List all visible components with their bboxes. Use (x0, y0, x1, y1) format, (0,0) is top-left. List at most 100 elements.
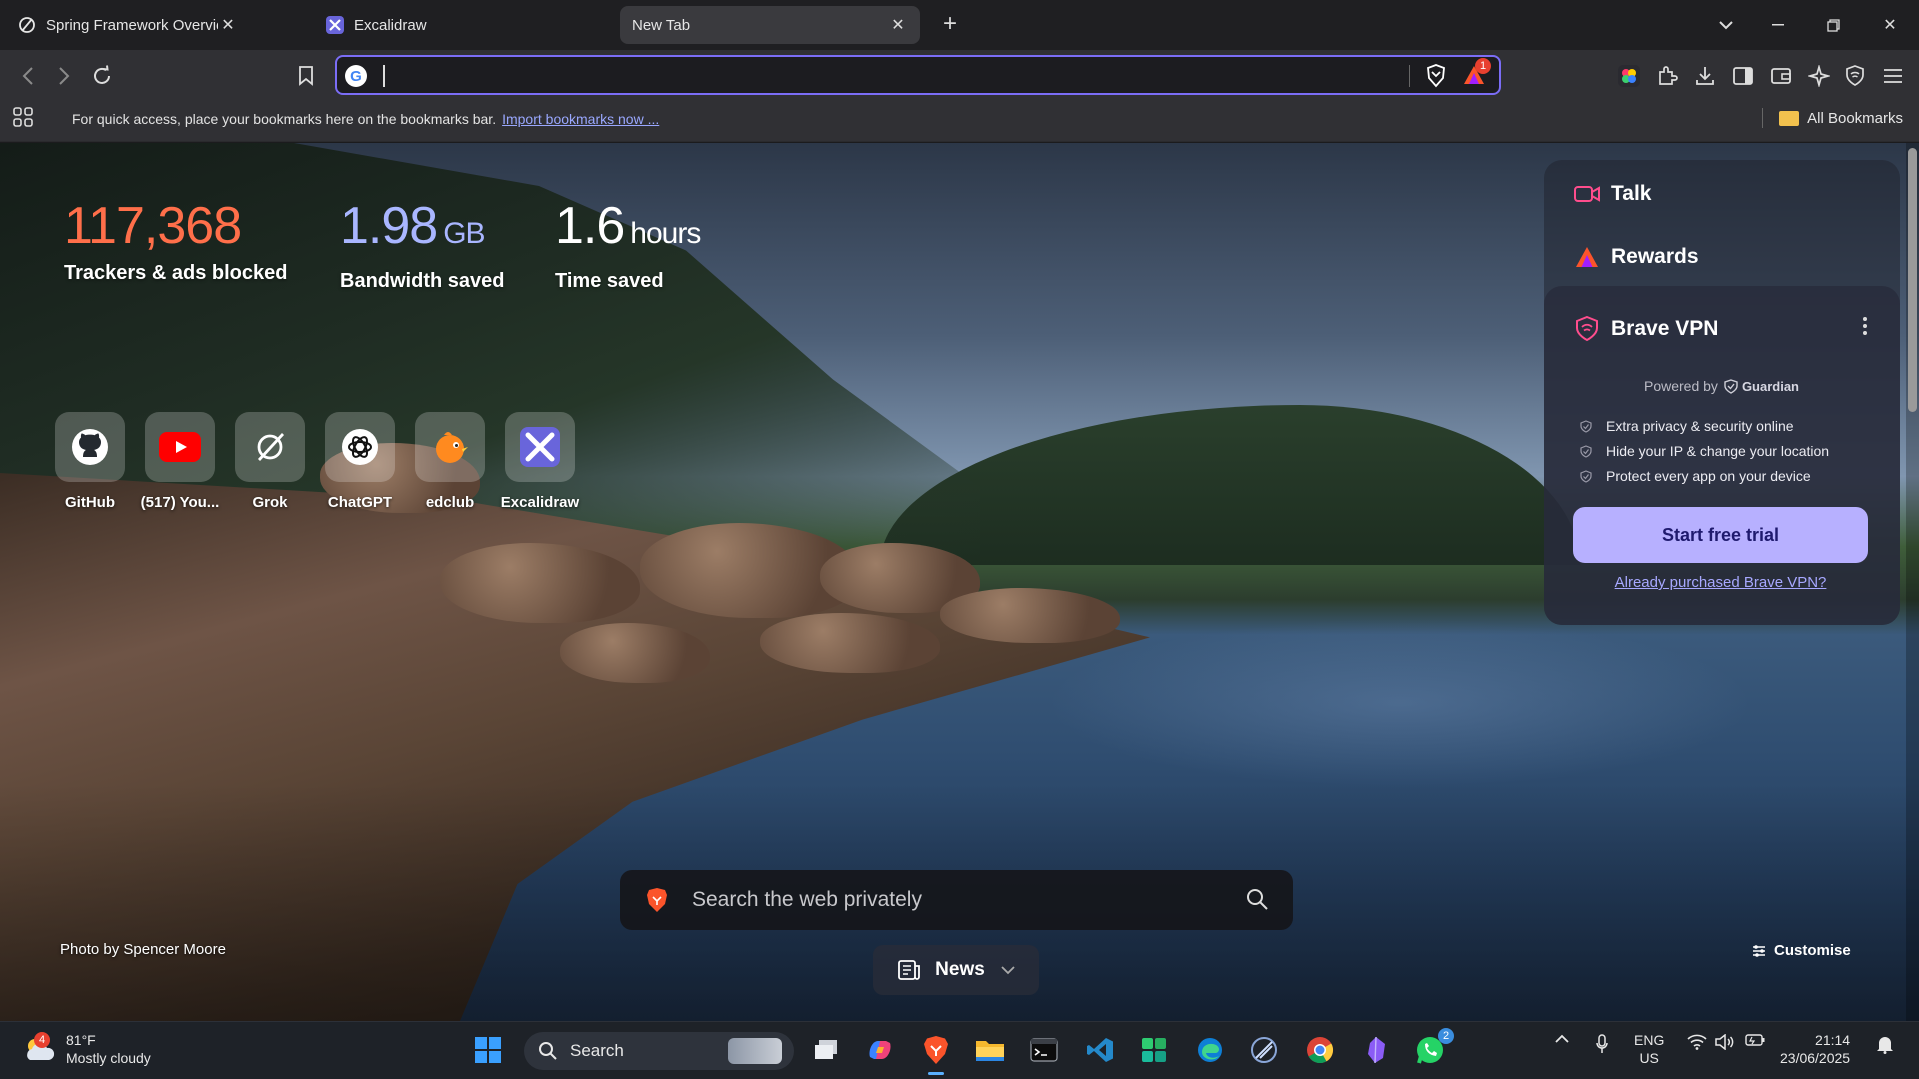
tab-new-tab[interactable]: New Tab ✕ (620, 6, 920, 44)
leo-ai-icon[interactable] (1806, 63, 1832, 89)
minimize-button[interactable] (1760, 10, 1796, 40)
file-explorer-icon[interactable] (972, 1032, 1008, 1068)
tab-spring-framework[interactable]: Spring Framework Overview in Spring ✕ (6, 6, 250, 44)
tab-title: Excalidraw (354, 16, 427, 34)
already-purchased-link[interactable]: Already purchased Brave VPN? (1573, 574, 1868, 591)
brave-rewards-icon[interactable]: 1 (1463, 58, 1491, 88)
all-bookmarks-button[interactable]: All Bookmarks (1762, 108, 1903, 128)
import-bookmarks-link[interactable]: Import bookmarks now ... (502, 111, 659, 127)
tab-title: Spring Framework Overview in Spring (46, 16, 218, 34)
close-tab-icon[interactable]: ✕ (888, 15, 908, 35)
close-tab-icon[interactable]: ✕ (218, 15, 238, 35)
apps-grid-icon[interactable] (12, 106, 36, 130)
address-bar[interactable]: G 1 (335, 55, 1501, 95)
search-icon[interactable] (1245, 887, 1271, 913)
talk-widget[interactable]: Talk (1573, 180, 1651, 208)
vscode-icon[interactable] (1082, 1032, 1118, 1068)
obsidian-icon[interactable] (1358, 1032, 1394, 1068)
search-box[interactable]: Search the web privately (620, 870, 1293, 930)
whatsapp-icon[interactable]: 2 (1412, 1028, 1454, 1068)
edge-icon[interactable] (1192, 1032, 1228, 1068)
forward-button[interactable] (50, 62, 78, 90)
system-clock[interactable]: 21:14 23/06/2025 (1780, 1031, 1850, 1067)
volume-icon[interactable] (1714, 1034, 1736, 1050)
talk-camera-icon (1573, 180, 1601, 208)
rewards-label: Rewards (1611, 245, 1699, 268)
tab-search-chevron-icon[interactable] (1708, 10, 1744, 40)
brave-shields-icon[interactable] (1425, 64, 1449, 88)
rewards-triangle-icon (1573, 243, 1601, 271)
menu-icon[interactable] (1880, 63, 1906, 89)
active-app-indicator (928, 1072, 944, 1075)
bookmarks-hint-text: For quick access, place your bookmarks h… (72, 111, 497, 127)
new-tab-button[interactable]: + (936, 11, 964, 39)
top-site-chatgpt[interactable]: ChatGPT (315, 412, 405, 511)
brave-browser-icon[interactable] (918, 1032, 954, 1068)
sidebar-toggle-icon[interactable] (1730, 63, 1756, 89)
battery-icon[interactable] (1744, 1034, 1766, 1046)
customise-button[interactable]: Customise (1752, 942, 1851, 959)
start-free-trial-button[interactable]: Start free trial (1573, 507, 1868, 563)
language-code: ENG (1634, 1032, 1665, 1048)
time-unit: hours (630, 217, 701, 250)
top-site-excalidraw[interactable]: Excalidraw (495, 412, 585, 511)
terminal-icon[interactable] (1026, 1032, 1062, 1068)
check-shield-icon (1580, 445, 1592, 458)
news-button[interactable]: News (873, 945, 1039, 995)
vpn-powered-by: Powered by Guardian (1644, 378, 1799, 394)
chevron-down-icon (1001, 962, 1015, 978)
top-site-youtube[interactable]: (517) You... (135, 412, 225, 511)
trackers-count: 117,368 (64, 197, 242, 255)
microphone-icon[interactable] (1592, 1034, 1612, 1054)
notification-bell-icon[interactable] (1874, 1034, 1896, 1054)
brave-lion-icon (646, 887, 670, 913)
reload-button[interactable] (88, 62, 116, 90)
excalidraw-icon (326, 16, 344, 34)
rewards-notification-badge: 1 (1475, 58, 1491, 74)
taskbar-search[interactable]: Search (524, 1032, 794, 1070)
top-site-github[interactable]: GitHub (45, 412, 135, 511)
snipping-tool-icon[interactable] (1246, 1032, 1282, 1068)
guardian-shield-icon (1724, 378, 1738, 394)
top-site-edclub[interactable]: edclub (405, 412, 495, 511)
boulder (940, 588, 1120, 643)
top-site-label: GitHub (65, 494, 115, 511)
trackers-label: Trackers & ads blocked (64, 262, 288, 284)
wallet-icon[interactable] (1768, 63, 1794, 89)
store-apps-icon[interactable] (1136, 1032, 1172, 1068)
show-hidden-icons-chevron-icon[interactable] (1552, 1034, 1572, 1043)
bookmark-button[interactable] (292, 62, 320, 90)
photo-credit[interactable]: Photo by Spencer Moore (60, 941, 226, 958)
more-options-icon[interactable] (1862, 316, 1872, 338)
language-indicator[interactable]: ENG US (1634, 1031, 1664, 1067)
top-site-label: (517) You... (140, 494, 220, 511)
weather-widget[interactable]: 4 81°F Mostly cloudy (22, 1031, 151, 1067)
back-button[interactable] (14, 62, 42, 90)
bookmarks-divider (1762, 108, 1764, 128)
task-view-icon[interactable] (808, 1032, 844, 1068)
top-site-grok[interactable]: Grok (225, 412, 315, 511)
leo-color-icon[interactable] (1616, 63, 1642, 89)
close-window-button[interactable]: ✕ (1872, 10, 1908, 40)
copilot-icon[interactable] (862, 1032, 898, 1068)
vpn-feature: Hide your IP & change your location (1580, 443, 1829, 459)
language-region: US (1639, 1050, 1659, 1066)
extensions-icon[interactable] (1654, 63, 1680, 89)
top-site-label: Grok (252, 494, 288, 511)
search-highlight-icon (728, 1038, 782, 1064)
tab-excalidraw[interactable]: Excalidraw (314, 6, 614, 44)
restore-button[interactable] (1815, 10, 1851, 40)
chrome-icon[interactable] (1302, 1032, 1338, 1068)
scrollbar-thumb[interactable] (1908, 148, 1917, 412)
wifi-icon[interactable] (1686, 1034, 1708, 1050)
weather-badge: 4 (34, 1032, 50, 1048)
clock-date: 23/06/2025 (1780, 1050, 1851, 1066)
powered-by-label: Powered by (1644, 378, 1718, 394)
rewards-widget[interactable]: Rewards (1573, 243, 1699, 271)
vpn-header: Brave VPN (1573, 315, 1718, 343)
windows-start-icon[interactable] (470, 1032, 506, 1068)
download-icon[interactable] (1692, 63, 1718, 89)
weather-temperature: 81°F (66, 1032, 96, 1048)
vpn-shield-icon[interactable] (1842, 63, 1868, 89)
taskbar-search-label: Search (570, 1041, 624, 1060)
